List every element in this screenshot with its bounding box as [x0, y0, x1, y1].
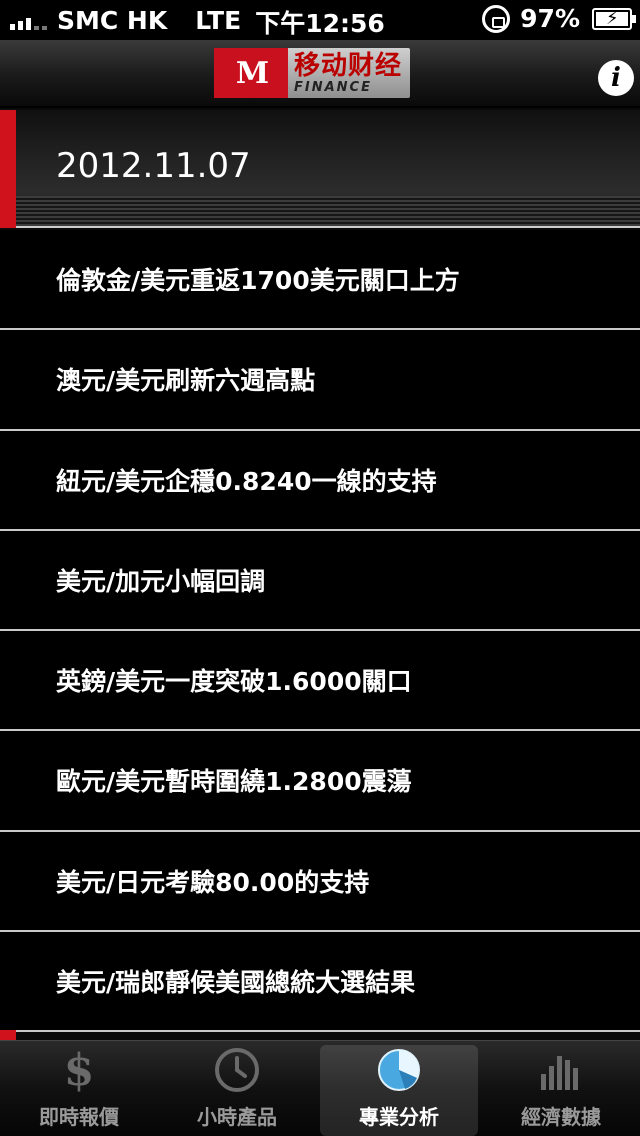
- news-title: 歐元/美元暫時圍繞1.2800震蕩: [56, 767, 412, 797]
- news-item[interactable]: 美元/瑞郎靜候美國總統大選結果: [0, 931, 640, 1032]
- app-logo: M 移动财经 FINANCE: [214, 48, 410, 98]
- news-title: 倫敦金/美元重返1700美元關口上方: [56, 266, 460, 296]
- news-item[interactable]: 紐元/美元企穩0.8240一線的支持: [0, 430, 640, 531]
- bar-chart-icon: [537, 1045, 585, 1095]
- date-label: 2012.11.07: [56, 146, 251, 186]
- info-icon[interactable]: i: [598, 60, 634, 96]
- tab-label: 即時報價: [39, 1105, 119, 1129]
- tab-economic-data[interactable]: 經濟數據: [482, 1041, 640, 1136]
- dollar-icon: $: [63, 1044, 95, 1096]
- status-bar: SMC HK LTE 下午12:56 97% ⚡: [0, 0, 640, 40]
- date-header: 2012.11.07: [0, 110, 640, 228]
- tab-bar: $ 即時報價 小時產品 專業分析 經濟數據: [0, 1040, 640, 1136]
- clock-icon: [213, 1045, 261, 1095]
- news-title: 美元/瑞郎靜候美國總統大選結果: [56, 967, 416, 997]
- app-header: M 移动财经 FINANCE i: [0, 40, 640, 108]
- news-title: 紐元/美元企穩0.8240一線的支持: [56, 466, 437, 496]
- news-title: 英鎊/美元一度突破1.6000關口: [56, 667, 412, 697]
- list-accent-bar: [0, 1030, 16, 1040]
- news-item[interactable]: 英鎊/美元一度突破1.6000關口: [0, 631, 640, 732]
- tab-professional-analysis[interactable]: 專業分析: [320, 1045, 478, 1136]
- tab-label: 經濟數據: [521, 1105, 601, 1129]
- news-item[interactable]: 美元/日元考驗80.00的支持: [0, 831, 640, 932]
- news-item[interactable]: 倫敦金/美元重返1700美元關口上方: [0, 230, 640, 331]
- news-title: 美元/加元小幅回調: [56, 566, 266, 596]
- news-list: 倫敦金/美元重返1700美元關口上方 澳元/美元刷新六週高點 紐元/美元企穩0.…: [0, 230, 640, 1032]
- battery-icon: ⚡: [592, 7, 636, 30]
- news-item[interactable]: 澳元/美元刷新六週高點: [0, 330, 640, 431]
- tab-label: 專業分析: [359, 1105, 439, 1129]
- logo-chinese-text: 移动财经: [294, 50, 403, 81]
- logo-english-text: FINANCE: [294, 79, 372, 95]
- news-item[interactable]: 歐元/美元暫時圍繞1.2800震蕩: [0, 731, 640, 832]
- news-item[interactable]: 美元/加元小幅回調: [0, 530, 640, 631]
- tab-label: 小時產品: [197, 1105, 277, 1129]
- date-accent-bar: [0, 110, 16, 228]
- news-title: 澳元/美元刷新六週高點: [56, 366, 316, 396]
- logo-mark: M: [214, 48, 288, 98]
- battery-percent: 97%: [520, 4, 580, 33]
- news-title: 美元/日元考驗80.00的支持: [56, 867, 370, 897]
- date-stripes: [16, 196, 640, 226]
- app-screen: SMC HK LTE 下午12:56 97% ⚡ M 移动财经 FINANCE …: [0, 0, 640, 1136]
- rotation-lock-icon: [482, 4, 511, 33]
- pie-chart-icon: [375, 1045, 423, 1095]
- tab-quotes[interactable]: $ 即時報價: [0, 1041, 158, 1136]
- tab-hourly-products[interactable]: 小時產品: [158, 1041, 316, 1136]
